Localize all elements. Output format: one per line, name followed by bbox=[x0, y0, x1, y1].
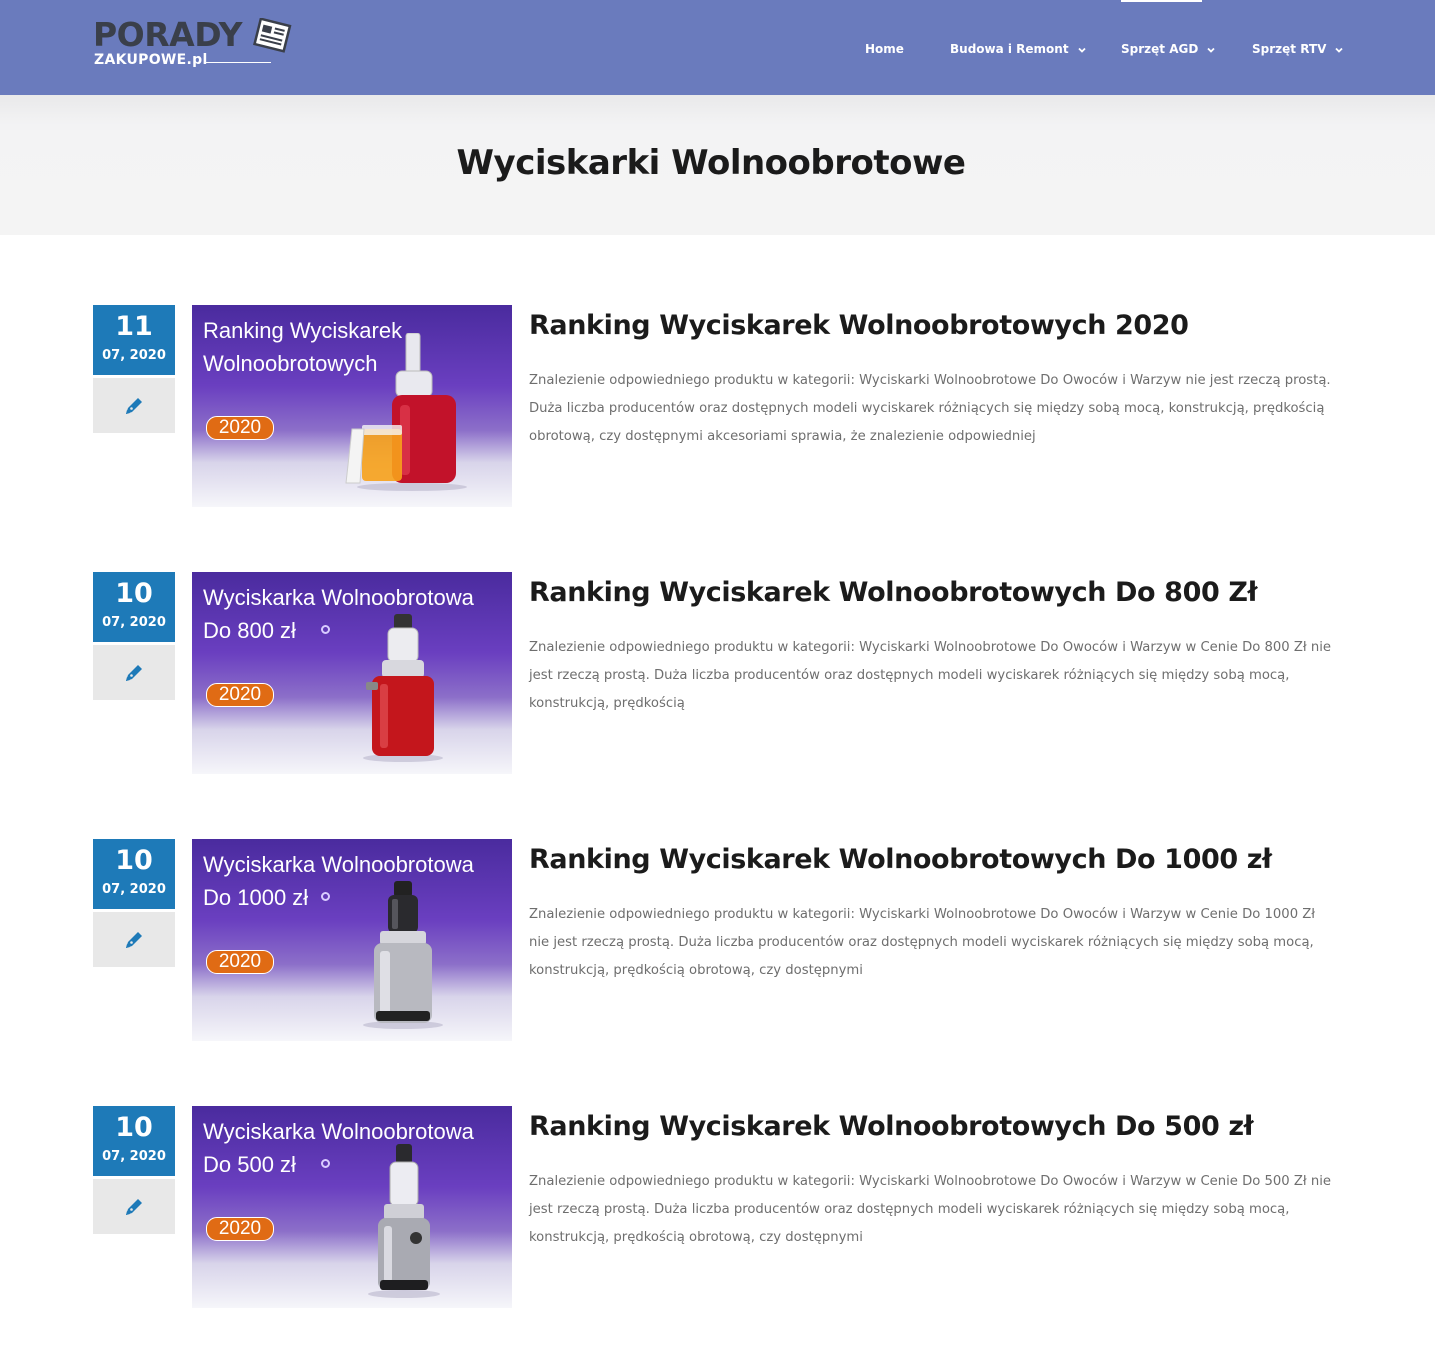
post-format-link[interactable] bbox=[93, 912, 175, 967]
nav-active-indicator bbox=[1121, 0, 1202, 2]
pen-icon bbox=[126, 398, 142, 414]
post-date: 11 07, 2020 bbox=[93, 305, 175, 375]
page-title-bar: Wyciskarki Wolnoobrotowe bbox=[0, 95, 1435, 235]
nav-item-label: Sprzęt RTV bbox=[1252, 42, 1327, 56]
site-header: PORADY ZAKUPOWE.pl Home Budowa i Remont … bbox=[0, 0, 1435, 95]
thumbnail-text-line2: Do 800 zł bbox=[203, 618, 296, 643]
post-item: 10 07, 2020 Wyciskarka Wolnoobrotowa Do … bbox=[0, 839, 1435, 1041]
post-excerpt: Znalezienie odpowiedniego produktu w kat… bbox=[529, 907, 1316, 978]
juicer-product-image bbox=[363, 881, 443, 1029]
thumbnail-text-line1: Wyciskarka Wolnoobrotowa bbox=[203, 852, 474, 877]
thumbnail-text-line2: Do 500 zł bbox=[203, 1152, 296, 1177]
chevron-down-icon bbox=[1207, 47, 1215, 53]
post-date-day: 10 bbox=[115, 845, 153, 876]
nav-item-home[interactable]: Home bbox=[865, 40, 904, 58]
post-item: 11 07, 2020 Ranking Wyciskarek Wolnoobro… bbox=[0, 305, 1435, 507]
post-item: 10 07, 2020 Wyciskarka Wolnoobrotowa Do … bbox=[0, 1106, 1435, 1308]
juicer-product-image bbox=[368, 1144, 440, 1298]
pen-icon bbox=[126, 665, 142, 681]
thumbnail-text-line2: Do 1000 zł bbox=[203, 885, 309, 910]
post-date-day: 10 bbox=[115, 1112, 153, 1143]
post-date-day: 10 bbox=[115, 578, 153, 609]
logo-subtitle: ZAKUPOWE.pl bbox=[94, 52, 208, 68]
thumbnail-year-badge: 2020 bbox=[206, 683, 274, 707]
post-title-link[interactable]: Ranking Wyciskarek Wolnoobrotowych Do 80… bbox=[529, 576, 1389, 610]
site-logo[interactable]: PORADY ZAKUPOWE.pl bbox=[93, 16, 298, 72]
post-date-month-year: 07, 2020 bbox=[102, 348, 166, 363]
thumbnail-year-badge: 2020 bbox=[206, 416, 274, 440]
post-date: 10 07, 2020 bbox=[93, 572, 175, 642]
post-date: 10 07, 2020 bbox=[93, 1106, 175, 1176]
juicer-product-image bbox=[345, 333, 467, 491]
post-excerpt: Znalezienie odpowiedniego produktu w kat… bbox=[529, 373, 1331, 444]
nav-item-label: Home bbox=[865, 42, 904, 56]
post-thumbnail[interactable]: Wyciskarka Wolnoobrotowa Do 800 zł 2020 bbox=[192, 572, 512, 774]
post-date-month-year: 07, 2020 bbox=[102, 615, 166, 630]
decorative-dot bbox=[321, 1159, 330, 1168]
thumbnail-text-line1: Wyciskarka Wolnoobrotowa bbox=[203, 585, 474, 610]
post-date-month-year: 07, 2020 bbox=[102, 1149, 166, 1164]
post-excerpt: Znalezienie odpowiedniego produktu w kat… bbox=[529, 1174, 1331, 1245]
page-title: Wyciskarki Wolnoobrotowe bbox=[456, 143, 966, 183]
post-title-link[interactable]: Ranking Wyciskarek Wolnoobrotowych Do 50… bbox=[529, 1110, 1389, 1144]
logo-wordmark: PORADY bbox=[93, 15, 243, 54]
pen-icon bbox=[126, 932, 142, 948]
post-title-link[interactable]: Ranking Wyciskarek Wolnoobrotowych 2020 bbox=[529, 309, 1389, 343]
decorative-dot bbox=[321, 625, 330, 634]
thumbnail-year-badge: 2020 bbox=[206, 950, 274, 974]
post-format-link[interactable] bbox=[93, 1179, 175, 1234]
post-title-link[interactable]: Ranking Wyciskarek Wolnoobrotowych Do 10… bbox=[529, 843, 1389, 877]
post-thumbnail[interactable]: Wyciskarka Wolnoobrotowa Do 1000 zł 2020 bbox=[192, 839, 512, 1041]
post-format-link[interactable] bbox=[93, 645, 175, 700]
post-format-link[interactable] bbox=[93, 378, 175, 433]
chevron-down-icon bbox=[1335, 47, 1344, 53]
decorative-dot bbox=[321, 892, 330, 901]
nav-item-label: Sprzęt AGD bbox=[1121, 42, 1199, 56]
juicer-product-image bbox=[363, 614, 443, 762]
post-thumbnail[interactable]: Wyciskarka Wolnoobrotowa Do 500 zł 2020 bbox=[192, 1106, 512, 1308]
post-date-month-year: 07, 2020 bbox=[102, 882, 166, 897]
logo-underline bbox=[205, 62, 271, 63]
nav-item-sprzet-rtv[interactable]: Sprzęt RTV bbox=[1252, 40, 1344, 58]
post-excerpt: Znalezienie odpowiedniego produktu w kat… bbox=[529, 640, 1331, 711]
post-date: 10 07, 2020 bbox=[93, 839, 175, 909]
thumbnail-year-badge: 2020 bbox=[206, 1217, 274, 1241]
newspaper-icon bbox=[253, 18, 292, 53]
post-thumbnail[interactable]: Ranking Wyciskarek Wolnoobrotowych 2020 bbox=[192, 305, 512, 507]
post-item: 10 07, 2020 Wyciskarka Wolnoobrotowa Do … bbox=[0, 572, 1435, 774]
chevron-down-icon bbox=[1077, 47, 1086, 53]
nav-item-budowa-i-remont[interactable]: Budowa i Remont bbox=[950, 40, 1087, 58]
post-date-day: 11 bbox=[115, 311, 153, 342]
nav-item-label: Budowa i Remont bbox=[950, 42, 1069, 56]
nav-item-sprzet-agd[interactable]: Sprzęt AGD bbox=[1121, 40, 1216, 58]
pen-icon bbox=[126, 1199, 142, 1215]
